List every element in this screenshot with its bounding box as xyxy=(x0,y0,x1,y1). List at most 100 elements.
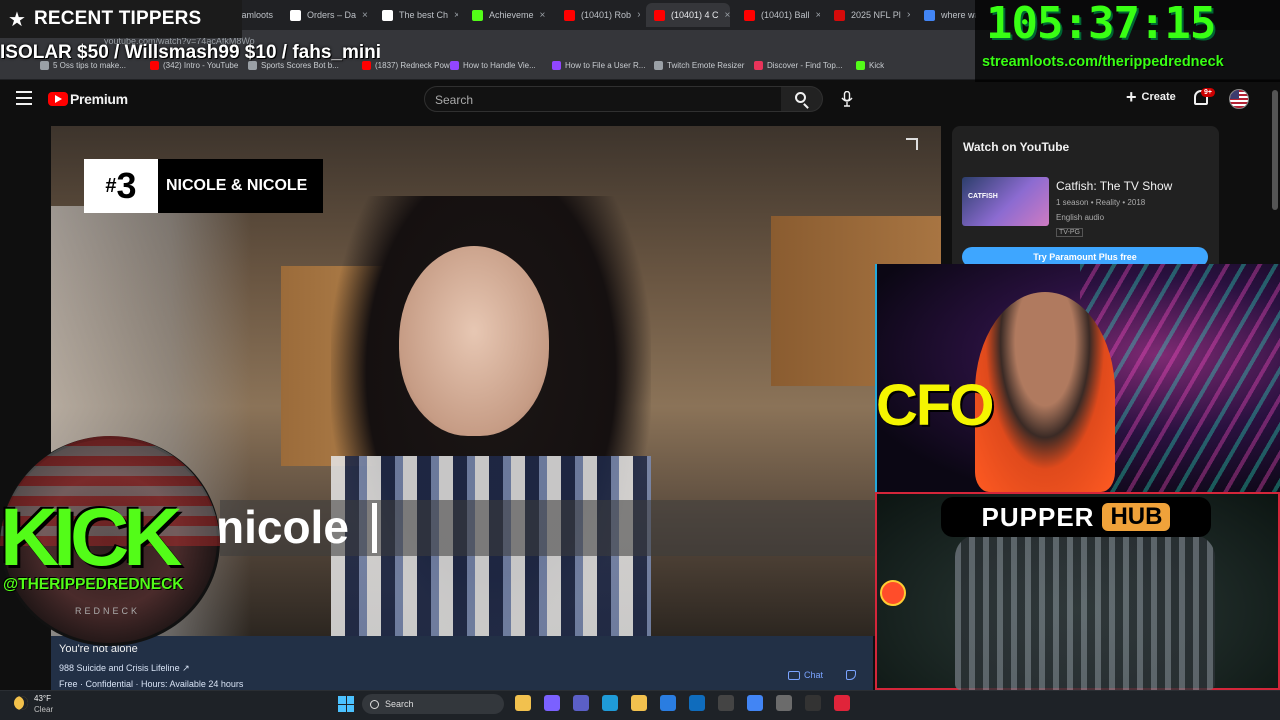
show-rating-badge: TV-PG xyxy=(1056,228,1084,237)
bookmark-favicon-icon xyxy=(754,61,763,70)
youtube-premium-brand[interactable]: Premium xyxy=(70,91,128,107)
create-label: Create xyxy=(1141,91,1176,103)
create-button[interactable]: + Create xyxy=(1126,87,1176,107)
tab-label: Orders – Da xyxy=(307,10,357,20)
bookmark-favicon-icon xyxy=(552,61,561,70)
bookmark-favicon-icon xyxy=(856,61,865,70)
pupper-word: PUPPER xyxy=(981,501,1095,532)
recent-tippers-label: RECENT TIPPERS xyxy=(33,8,202,29)
subathon-timer: 105:37:15 xyxy=(986,0,1216,49)
bookmark-item[interactable]: How to File a User R... xyxy=(552,61,645,70)
tab-close-icon[interactable]: × xyxy=(907,10,910,21)
tab-label: (10401) Ball xyxy=(761,10,810,20)
show-title[interactable]: Catfish: The TV Show xyxy=(1056,179,1172,193)
obs-icon[interactable] xyxy=(718,695,734,711)
kick-badge-subtext: REDNECK xyxy=(75,606,141,616)
browser-tab[interactable]: (10401) 4 C × xyxy=(646,3,730,27)
bookmark-item[interactable]: Kick xyxy=(856,61,884,70)
rank-label: NICOLE & NICOLE xyxy=(158,159,323,213)
browser-tab[interactable]: Achieveme × xyxy=(464,3,550,27)
bookmark-item[interactable]: Discover - Find Top... xyxy=(754,61,842,70)
dog-crate xyxy=(955,535,1215,690)
tab-close-icon[interactable]: × xyxy=(725,10,730,21)
search-icon xyxy=(370,699,379,709)
search-input[interactable]: Search xyxy=(424,86,782,112)
tab-label: The best Ch xyxy=(399,10,449,20)
tab-favicon-icon xyxy=(290,9,301,21)
show-meta: 1 season • Reality • 2018 xyxy=(1056,198,1146,207)
expand-icon[interactable] xyxy=(906,138,918,150)
hamburger-menu-icon[interactable] xyxy=(16,91,32,105)
crisis-hotline-link[interactable]: 988 Suicide and Crisis Lifeline ↗ xyxy=(59,663,190,674)
page-scrollbar[interactable] xyxy=(1271,90,1279,290)
browser-tab[interactable]: 2025 NFL Pl × xyxy=(826,3,910,27)
weather-moon-icon[interactable] xyxy=(14,696,28,710)
chat-label: Chat xyxy=(804,670,824,680)
bookmark-label: How to File a User R... xyxy=(565,61,646,70)
bookmark-label: How to Handle Vie... xyxy=(463,61,536,70)
app-red-icon[interactable] xyxy=(834,695,850,711)
file-explorer-icon[interactable] xyxy=(515,695,531,711)
terminal-icon[interactable] xyxy=(805,695,821,711)
youtube-logo-icon[interactable] xyxy=(48,92,68,106)
crisis-info: Free · Confidential · Hours: Available 2… xyxy=(59,679,244,689)
browser-tab[interactable]: The best Ch × xyxy=(374,3,458,27)
tab-favicon-icon xyxy=(382,9,393,21)
teams-icon[interactable] xyxy=(573,695,589,711)
browser-tab[interactable]: (10401) Rob × xyxy=(556,3,640,27)
tab-favicon-icon xyxy=(834,9,845,21)
weather-condition[interactable]: Clear xyxy=(34,705,53,714)
star-icon: ★ xyxy=(8,8,26,31)
scrollbar-thumb[interactable] xyxy=(1272,90,1278,210)
webcam-sign: CFO xyxy=(876,373,994,438)
weather-temperature[interactable]: 43°F xyxy=(34,694,51,703)
tab-label: where was xyxy=(941,10,976,20)
name-overlay-cursor xyxy=(372,503,377,553)
tab-favicon-icon xyxy=(924,9,935,21)
bookmark-label: Kick xyxy=(869,61,885,70)
streamloots-url: streamloots.com/therippedredneck xyxy=(982,54,1224,70)
tab-close-icon[interactable]: × xyxy=(454,10,458,21)
folder-icon[interactable] xyxy=(631,695,647,711)
app-generic-icon[interactable] xyxy=(776,695,792,711)
tab-label: Achieveme xyxy=(489,10,534,20)
start-menu-icon[interactable] xyxy=(338,696,354,712)
search-icon xyxy=(795,92,806,103)
tab-close-icon[interactable]: × xyxy=(540,10,546,21)
bookmark-label: Twitch Emote Resizer xyxy=(667,61,745,70)
bookmark-item[interactable]: How to Handle Vie... xyxy=(450,61,536,70)
name-overlay-text: nicole xyxy=(216,501,349,553)
search-button[interactable] xyxy=(781,86,823,112)
rank-number-box: #3 xyxy=(84,159,158,213)
rank-hash: # xyxy=(105,174,117,197)
bookmark-item[interactable]: Twitch Emote Resizer xyxy=(654,61,744,70)
copilot-icon[interactable] xyxy=(544,695,560,711)
tab-close-icon[interactable]: × xyxy=(816,10,820,21)
hub-word: HUB xyxy=(1102,503,1171,531)
tab-close-icon[interactable]: × xyxy=(637,10,640,21)
plus-icon: + xyxy=(1126,87,1137,107)
edge-icon[interactable] xyxy=(602,695,618,711)
tab-close-icon[interactable]: × xyxy=(362,10,368,21)
recent-tippers-banner: ★ RECENT TIPPERS xyxy=(0,0,242,38)
bookmark-label: (1837) Redneck Pow... xyxy=(375,61,456,70)
browser-tab[interactable]: where was× xyxy=(916,3,976,27)
browser-tab[interactable]: Orders – Da × xyxy=(282,3,368,27)
outlook-icon[interactable] xyxy=(689,695,705,711)
show-thumbnail[interactable]: CATFISH xyxy=(962,177,1049,226)
chrome-icon[interactable] xyxy=(747,695,763,711)
browser-tab[interactable]: (10401) Ball × xyxy=(736,3,820,27)
taskbar-search[interactable]: Search xyxy=(362,694,504,714)
tab-favicon-icon xyxy=(472,9,483,21)
bookmark-favicon-icon xyxy=(654,61,663,70)
kick-logo-text: KICK xyxy=(0,492,182,583)
tippers-ticker: ISOLAR $50 / Willsmash99 $10 / fahs_mini… xyxy=(0,42,380,63)
crisis-chat-button[interactable]: Chat xyxy=(788,670,823,680)
notifications-badge: 9+ xyxy=(1201,88,1215,97)
microphone-icon[interactable] xyxy=(841,91,853,107)
account-avatar[interactable] xyxy=(1229,89,1249,109)
store-icon[interactable] xyxy=(660,695,676,711)
promo-header: Watch on YouTube xyxy=(963,140,1070,154)
taskbar-search-label: Search xyxy=(385,699,414,709)
video-person-face xyxy=(399,246,549,436)
